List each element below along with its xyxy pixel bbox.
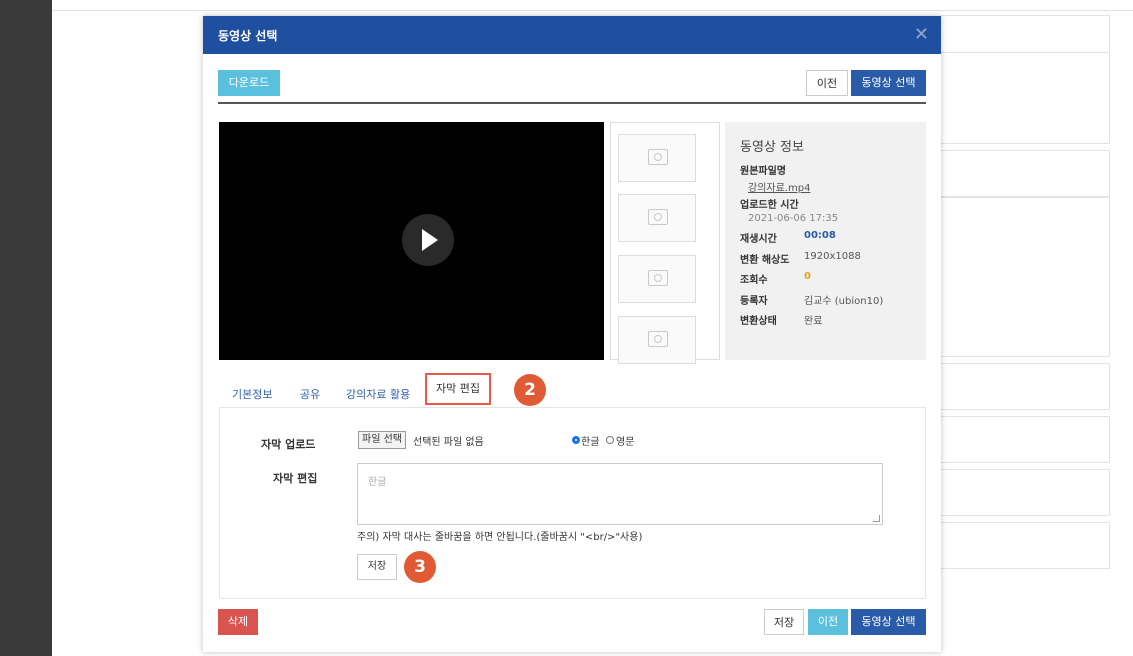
thumbnail[interactable] [618,194,696,242]
image-placeholder-icon [648,209,668,225]
author-value: 김교수 (ubion10) [804,296,884,307]
modal-header: 동영상 선택 ✕ [203,16,941,54]
background-panel [940,15,1110,53]
tab-lecture-material[interactable]: 강의자료 활용 [346,386,410,402]
resize-handle[interactable] [873,515,880,522]
upload-time-label: 업로드한 시간 [740,200,799,211]
tab-basic-info[interactable]: 기본정보 [232,386,272,402]
status-label: 변환상태 [740,316,777,327]
subtitle-textarea[interactable]: 한글 [357,463,883,525]
tab-bar: 기본정보 공유 강의자료 활용 자막 편집 2 [203,368,941,408]
prev-button-top[interactable]: 이전 [806,70,848,96]
subtitle-notice: 주의) 자막 대사는 줄바꿈을 하면 안됩니다.(줄바꿈시 "<br/>"사용) [357,532,643,543]
resolution-value: 1920x1088 [804,251,861,262]
video-select-modal: 동영상 선택 ✕ 다운로드 이전 동영상 선택 동영상 정보 원본파일명 강의자… [203,16,941,652]
subtitle-edit-panel: 자막 업로드 파일 선택 선택된 파일 없음 한글 영문 자막 편집 한글 주의… [219,407,926,599]
thumbnail-list [610,122,720,364]
background-panel [940,150,1110,197]
video-info-panel: 동영상 정보 원본파일명 강의자료.mp4 업로드한 시간 2021-06-06… [725,122,926,360]
video-player[interactable] [219,122,604,360]
background-divider [52,10,1133,11]
subtitle-edit-label: 자막 편집 [273,472,318,485]
background-panel [940,197,1110,357]
tab-subtitle-edit[interactable]: 자막 편집 [425,373,491,405]
download-button[interactable]: 다운로드 [218,70,280,96]
footer-prev-button[interactable]: 이전 [808,609,848,635]
no-file-text: 선택된 파일 없음 [413,437,484,448]
textarea-placeholder: 한글 [368,477,387,488]
tab-share[interactable]: 공유 [300,386,320,402]
modal-title: 동영상 선택 [218,29,278,43]
image-placeholder-icon [648,149,668,165]
background-panel [940,522,1110,569]
step-badge: 3 [404,551,436,583]
step-badge: 2 [514,374,546,406]
left-sidebar [0,0,52,656]
thumbnail[interactable] [618,255,696,303]
author-label: 등록자 [740,296,768,307]
select-video-button-top[interactable]: 동영상 선택 [851,70,926,96]
radio-korean-label: 한글 [581,437,600,448]
subtitle-save-button[interactable]: 저장 [357,554,397,580]
radio-english-label: 영문 [616,437,635,448]
thumbnail[interactable] [618,316,696,364]
delete-button[interactable]: 삭제 [218,609,258,635]
play-button[interactable] [402,214,454,266]
close-icon[interactable]: ✕ [914,24,929,45]
info-heading: 동영상 정보 [740,140,804,155]
background-panel [940,416,1110,463]
original-filename-label: 원본파일명 [740,166,786,177]
status-value: 완료 [804,316,823,327]
radio-english[interactable] [606,436,614,444]
original-filename-link[interactable]: 강의자료.mp4 [748,179,810,194]
views-value: 0 [804,271,811,282]
background-panel [940,52,1110,144]
radio-korean[interactable] [572,436,580,444]
background-panel [940,363,1110,410]
background-panel [940,469,1110,516]
duration-label: 재생시간 [740,234,777,245]
image-placeholder-icon [648,331,668,347]
views-label: 조회수 [740,275,768,286]
footer-select-video-button[interactable]: 동영상 선택 [851,609,926,635]
subtitle-upload-label: 자막 업로드 [261,438,316,451]
thumbnail[interactable] [618,134,696,182]
upload-time-value: 2021-06-06 17:35 [748,213,839,224]
play-icon [422,229,438,251]
toolbar-divider [218,102,926,104]
footer-save-button[interactable]: 저장 [764,609,804,635]
file-select-button[interactable]: 파일 선택 [358,431,406,449]
duration-value: 00:08 [804,230,836,241]
resolution-label: 변환 해상도 [740,255,790,266]
image-placeholder-icon [648,270,668,286]
